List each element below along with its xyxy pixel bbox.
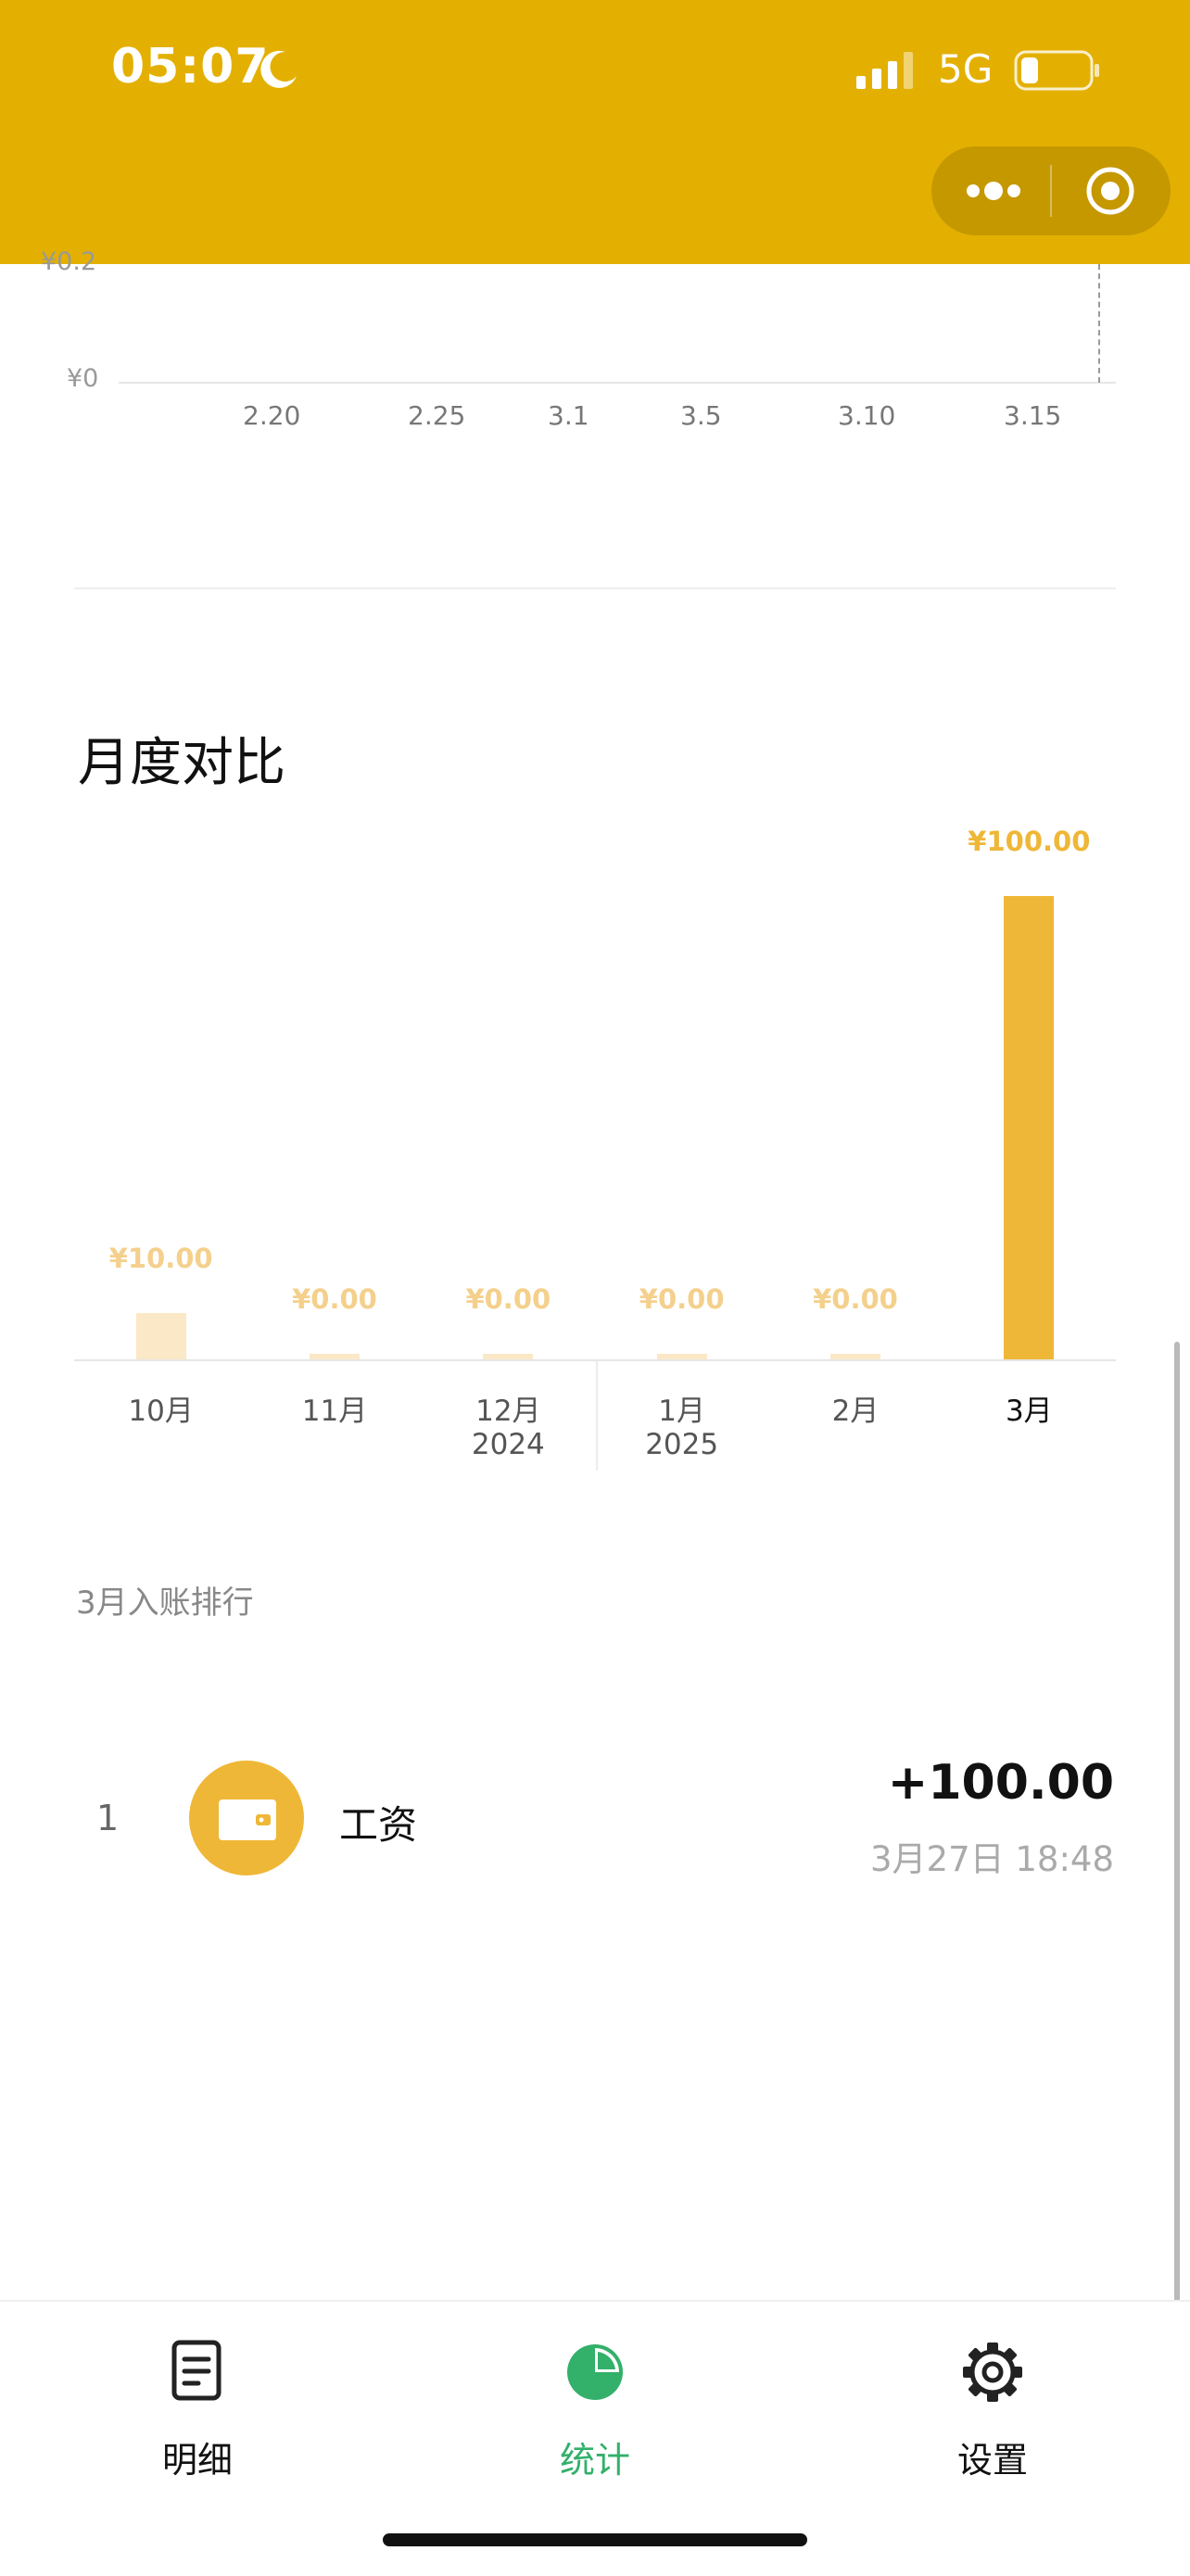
bar-value-label: ¥0.00 (813, 1283, 898, 1315)
year-separator (596, 1361, 598, 1471)
bar-value-label: ¥0.00 (292, 1283, 377, 1315)
bar-value-label: ¥0.00 (639, 1283, 725, 1315)
bar-month-label[interactable]: 2月 (786, 1387, 925, 1429)
trend-x-tick: 3.10 (838, 400, 896, 431)
moon-icon (260, 50, 297, 88)
tab-label: 设置 (956, 2440, 1028, 2481)
category-avatar (189, 1761, 304, 1875)
pie-chart-icon (567, 2344, 623, 2400)
document-icon (171, 2340, 222, 2401)
month-bar[interactable] (310, 1354, 360, 1359)
tab-label: 明细 (161, 2440, 233, 2481)
bar-month-label[interactable]: 1月 (613, 1387, 752, 1429)
bar-month-label[interactable]: 11月 (265, 1387, 404, 1429)
status-time: 05:07 (111, 39, 270, 95)
bar-month-label[interactable]: 10月 (92, 1387, 231, 1429)
trend-x-tick: 3.5 (680, 400, 722, 431)
month-bar[interactable] (483, 1354, 534, 1359)
bar-value-label: ¥0.00 (465, 1283, 551, 1315)
monthly-comparison-title: 月度对比 (78, 733, 285, 793)
rank-number: 1 (96, 1798, 120, 1838)
trend-y-label: ¥0.2 (41, 247, 97, 276)
ranking-amount: +100.00 (887, 1755, 1114, 1811)
more-icon[interactable] (964, 181, 1023, 201)
ranking-title: 3月入账排行 (76, 1585, 254, 1622)
trend-chart: ¥0.2 ¥0 2.20 2.25 3.1 3.5 3.10 3.15 (0, 247, 1190, 468)
bar-chart-baseline (74, 1359, 1116, 1361)
trend-x-tick: 2.25 (408, 400, 466, 431)
wallet-icon (219, 1799, 276, 1840)
top-header: 05:07 5G (0, 0, 1190, 264)
tab-settings[interactable]: 设置 (881, 2339, 1104, 2487)
month-bar[interactable] (135, 1313, 186, 1359)
tab-label: 统计 (559, 2440, 630, 2481)
close-target-icon[interactable] (1084, 165, 1136, 217)
signal-icon (856, 52, 913, 89)
ranking-row[interactable]: 1 工资 +100.00 3月27日 18:48 (0, 1742, 1190, 1890)
tab-statistics[interactable]: 统计 (484, 2339, 706, 2487)
section-divider (74, 587, 1116, 589)
monthly-bar-chart: ¥10.00 10月 ¥0.00 11月 ¥0.00 12月 2024 ¥0.00 1月 2025… (74, 797, 1116, 1473)
network-label: 5G (938, 46, 994, 92)
battery-icon (1014, 50, 1099, 91)
category-name: 工资 (339, 1802, 418, 1848)
trend-x-tick: 3.1 (548, 400, 589, 431)
bar-year-label: 2025 (645, 1428, 719, 1461)
trend-y-label: ¥0 (67, 364, 99, 393)
bar-month-label[interactable]: 12月 (438, 1387, 577, 1429)
bar-value-label: ¥100.00 (968, 826, 1091, 857)
bar-value-label: ¥10.00 (108, 1243, 213, 1274)
capsule-divider (1050, 165, 1052, 217)
tab-details[interactable]: 明细 (86, 2339, 309, 2487)
month-bar[interactable] (656, 1354, 707, 1359)
scrollbar[interactable] (1174, 1342, 1180, 2431)
ranking-time: 3月27日 18:48 (869, 1839, 1114, 1879)
gear-icon (963, 2342, 1022, 2402)
month-bar[interactable] (1004, 896, 1055, 1359)
trend-x-tick: 2.20 (243, 400, 301, 431)
bar-month-label[interactable]: 3月 (959, 1387, 1098, 1429)
trend-x-tick: 3.15 (1004, 400, 1062, 431)
home-indicator (383, 2533, 807, 2546)
trend-x-axis (119, 382, 1116, 384)
month-bar[interactable] (830, 1354, 880, 1359)
bar-year-label: 2024 (471, 1428, 545, 1461)
trend-marker-line (1098, 264, 1100, 383)
